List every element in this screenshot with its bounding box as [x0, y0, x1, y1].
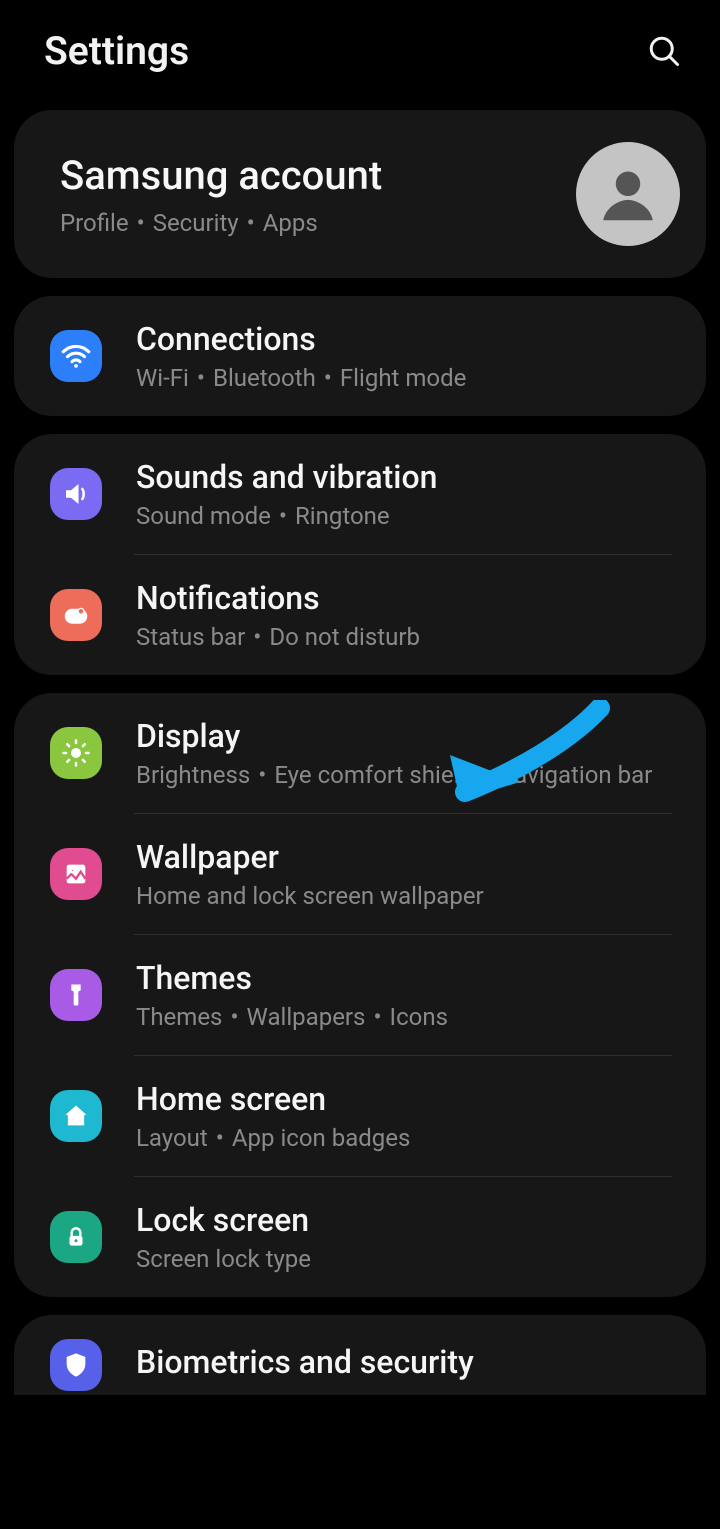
settings-item-connections[interactable]: Connections Wi-Fi•Bluetooth•Flight mode [14, 296, 706, 416]
item-title: Notifications [136, 579, 682, 617]
item-subtitle: Wi-Fi•Bluetooth•Flight mode [136, 364, 682, 392]
avatar[interactable] [576, 142, 680, 246]
item-title: Themes [136, 959, 682, 997]
settings-item-display[interactable]: Display Brightness•Eye comfort shield•Na… [14, 693, 706, 813]
sound-icon [50, 468, 102, 520]
item-subtitle: Sound mode•Ringtone [136, 502, 682, 530]
account-card[interactable]: Samsung account Profile•Security•Apps [14, 110, 706, 278]
lock-icon [50, 1211, 102, 1263]
settings-item-themes[interactable]: Themes Themes•Wallpapers•Icons [14, 935, 706, 1055]
item-subtitle: Themes•Wallpapers•Icons [136, 1003, 682, 1031]
search-icon [646, 33, 682, 69]
account-title: Samsung account [60, 152, 576, 199]
item-title: Connections [136, 320, 682, 358]
item-title: Wallpaper [136, 838, 682, 876]
account-subtitle: Profile•Security•Apps [60, 209, 576, 237]
settings-item-wallpaper[interactable]: Wallpaper Home and lock screen wallpaper [14, 814, 706, 934]
item-title: Lock screen [136, 1201, 682, 1239]
item-subtitle: Screen lock type [136, 1245, 682, 1273]
settings-group: Sounds and vibration Sound mode•Ringtone… [14, 434, 706, 675]
wifi-icon [50, 330, 102, 382]
notification-icon [50, 589, 102, 641]
settings-item-biometrics[interactable]: Biometrics and security [14, 1315, 706, 1395]
settings-item-notifications[interactable]: Notifications Status bar•Do not disturb [14, 555, 706, 675]
settings-group: Connections Wi-Fi•Bluetooth•Flight mode [14, 296, 706, 416]
item-title: Home screen [136, 1080, 682, 1118]
settings-item-sounds[interactable]: Sounds and vibration Sound mode•Ringtone [14, 434, 706, 554]
settings-group: Display Brightness•Eye comfort shield•Na… [14, 693, 706, 1297]
settings-item-home-screen[interactable]: Home screen Layout•App icon badges [14, 1056, 706, 1176]
item-subtitle: Status bar•Do not disturb [136, 623, 682, 651]
item-title: Biometrics and security [136, 1343, 682, 1381]
item-subtitle: Home and lock screen wallpaper [136, 882, 682, 910]
person-icon [593, 159, 663, 229]
home-icon [50, 1090, 102, 1142]
wallpaper-icon [50, 848, 102, 900]
item-title: Sounds and vibration [136, 458, 682, 496]
brightness-icon [50, 727, 102, 779]
themes-icon [50, 969, 102, 1021]
page-title: Settings [44, 28, 189, 74]
item-title: Display [136, 717, 682, 755]
shield-icon [50, 1339, 102, 1391]
search-button[interactable] [642, 29, 686, 73]
item-subtitle: Brightness•Eye comfort shield•Navigation… [136, 761, 682, 789]
settings-item-lock-screen[interactable]: Lock screen Screen lock type [14, 1177, 706, 1297]
settings-group: Biometrics and security [14, 1315, 706, 1395]
item-subtitle: Layout•App icon badges [136, 1124, 682, 1152]
